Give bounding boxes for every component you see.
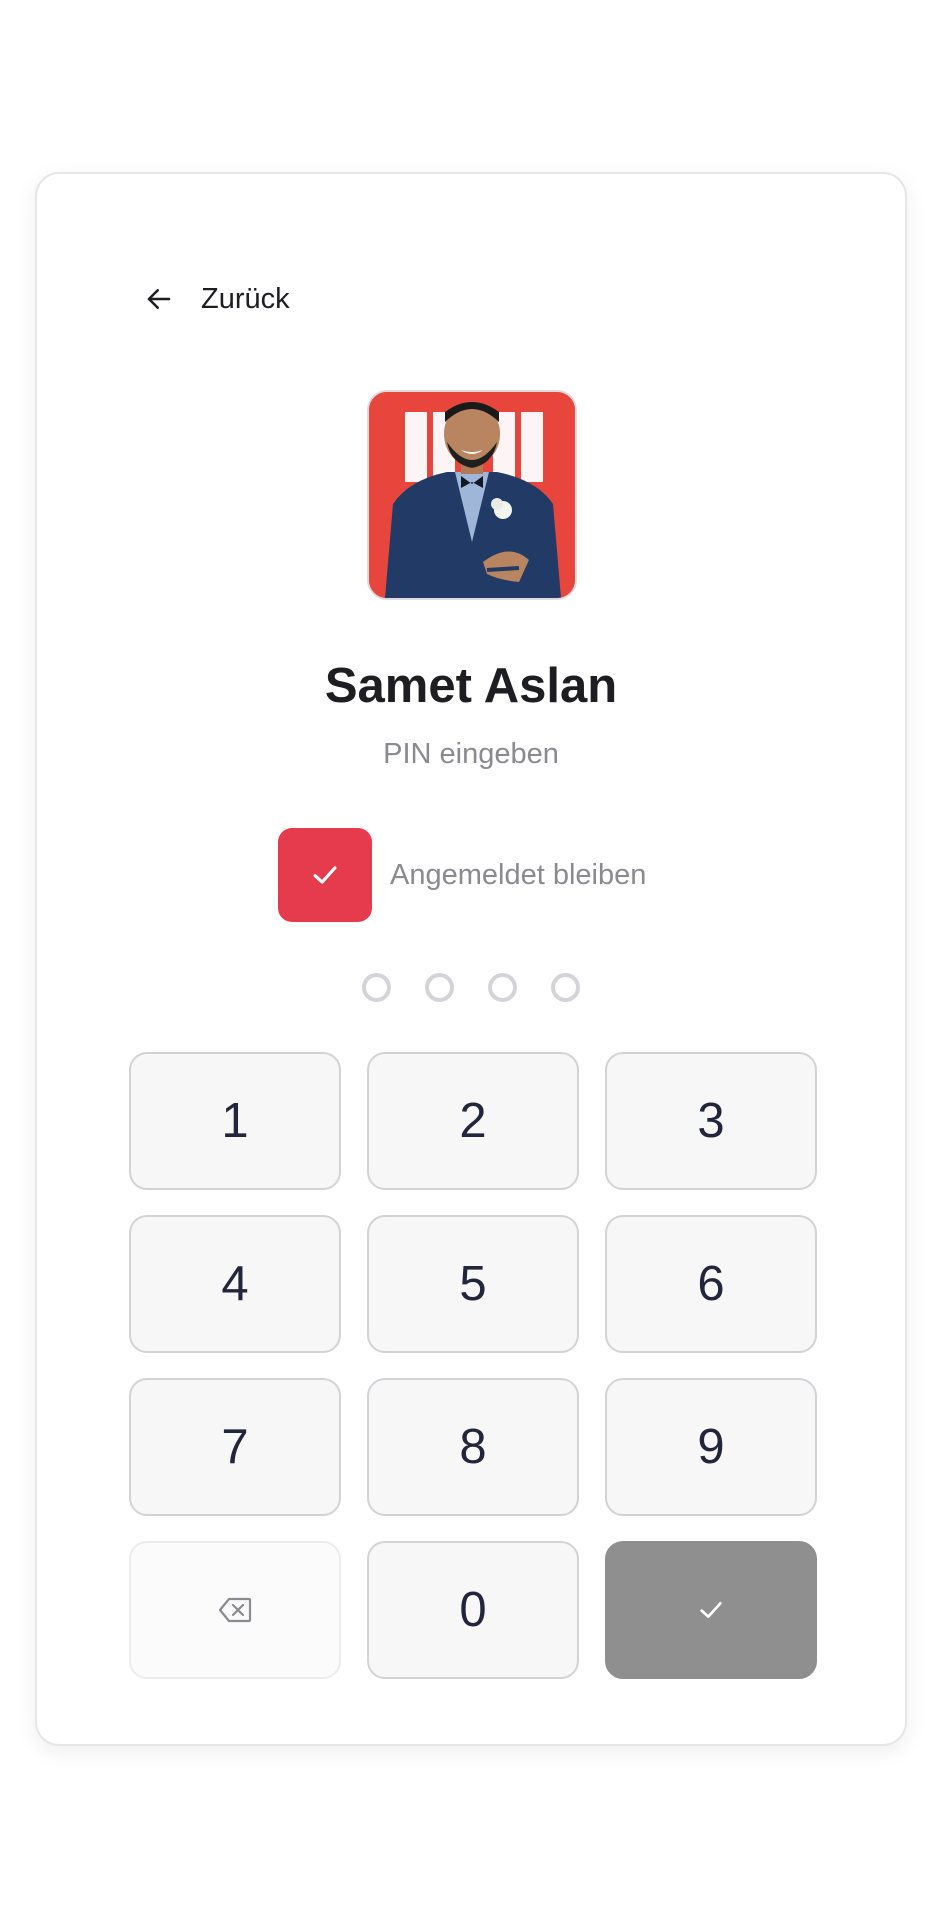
pin-prompt: PIN eingeben	[383, 738, 559, 770]
pin-dot	[488, 973, 517, 1002]
key-2[interactable]: 2	[367, 1052, 579, 1190]
back-button[interactable]: Zurück	[131, 269, 290, 329]
pin-dot	[551, 973, 580, 1002]
pin-indicator	[37, 973, 905, 1002]
avatar	[367, 390, 577, 600]
key-8[interactable]: 8	[367, 1378, 579, 1516]
back-label: Zurück	[201, 282, 290, 315]
remember-me-label: Angemeldet bleiben	[390, 858, 647, 891]
delete-button[interactable]	[129, 1541, 341, 1679]
login-card: Zurück Samet Aslan PIN eingeben Angemeld…	[35, 172, 907, 1746]
check-icon	[700, 1602, 722, 1618]
checkbox-checked[interactable]	[278, 828, 372, 922]
key-9[interactable]: 9	[605, 1378, 817, 1516]
confirm-button[interactable]	[605, 1541, 817, 1679]
pin-keypad: 1 2 3 4 5 6 7 8 9 0	[129, 1052, 817, 1679]
key-1[interactable]: 1	[129, 1052, 341, 1190]
arrow-left-icon	[131, 271, 187, 327]
key-7[interactable]: 7	[129, 1378, 341, 1516]
pin-dot	[425, 973, 454, 1002]
key-5[interactable]: 5	[367, 1215, 579, 1353]
check-icon	[313, 866, 337, 884]
user-name: Samet Aslan	[324, 659, 618, 713]
remember-me-checkbox[interactable]: Angemeldet bleiben	[278, 828, 646, 922]
key-0[interactable]: 0	[367, 1541, 579, 1679]
backspace-icon	[218, 1597, 252, 1623]
key-6[interactable]: 6	[605, 1215, 817, 1353]
key-3[interactable]: 3	[605, 1052, 817, 1190]
pin-dot	[362, 973, 391, 1002]
key-4[interactable]: 4	[129, 1215, 341, 1353]
